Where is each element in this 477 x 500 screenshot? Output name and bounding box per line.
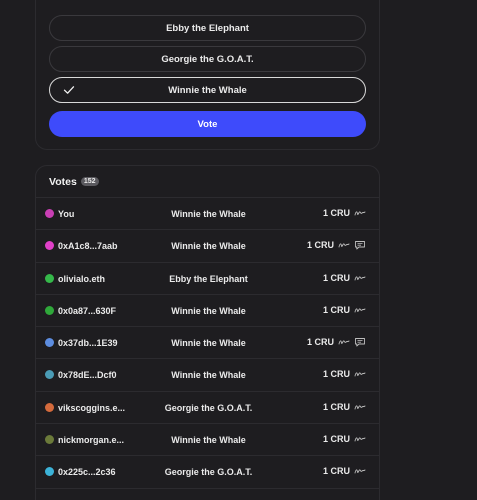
voter-address[interactable]: 0x0a87...630F: [58, 306, 116, 316]
comment-icon[interactable]: [354, 240, 366, 250]
votes-header: Votes 152: [36, 166, 379, 198]
avatar: [45, 273, 54, 283]
vote-power: 1 CRU: [323, 434, 366, 444]
vote-button-label: Vote: [197, 118, 218, 130]
choice-option-georgie[interactable]: Georgie the G.O.A.T.: [49, 46, 366, 72]
vote-power-value: 1 CRU: [322, 401, 350, 412]
signature-icon[interactable]: [354, 466, 366, 476]
checkmark-icon: [63, 86, 75, 94]
vote-choice: Georgie the G.O.A.T.: [164, 402, 253, 413]
avatar: [45, 209, 54, 218]
voter-address[interactable]: You: [58, 209, 74, 219]
vote-button[interactable]: Vote: [49, 111, 366, 137]
vote-row[interactable]: 0x78dE...Dcf0 Winnie the Whale 1 CRU: [36, 359, 379, 392]
vote-choice: Winnie the Whale: [171, 209, 246, 219]
avatar: [45, 305, 54, 315]
votes-title: Votes: [49, 175, 77, 188]
vote-choice: Winnie the Whale: [171, 241, 246, 252]
choice-label: Winnie the Whale: [168, 84, 247, 96]
vote-row[interactable]: 0x37db...1E39 Winnie the Whale 1 CRU: [36, 327, 379, 360]
avatar: [45, 241, 54, 251]
voter-address[interactable]: 0x225c...2c36: [58, 467, 116, 477]
choices-card: Ebby the Elephant Georgie the G.O.A.T. W…: [35, 0, 380, 150]
choice-label: Ebby the Elephant: [166, 22, 249, 34]
signature-icon[interactable]: [354, 273, 366, 283]
vote-row[interactable]: vikscoggins.e... Georgie the G.O.A.T. 1 …: [36, 392, 379, 425]
voter-address[interactable]: vikscoggins.e...: [58, 403, 125, 413]
vote-choice: Winnie the Whale: [171, 370, 246, 381]
voter-address[interactable]: 0xA1c8...7aab: [58, 241, 118, 251]
vote-power: 1 CRU: [323, 466, 366, 476]
vote-row[interactable]: 0x225c...2c36 Georgie the G.O.A.T. 1 CRU: [36, 456, 379, 489]
vote-power-value: 1 CRU: [322, 369, 350, 380]
vote-choice: Ebby the Elephant: [169, 273, 248, 284]
vote-power-value: 1 CRU: [306, 337, 334, 348]
vote-power-value: 1 CRU: [306, 240, 334, 251]
votes-count-badge: 152: [80, 177, 99, 186]
choice-label: Georgie the G.O.A.T.: [161, 53, 254, 65]
vote-power: 1 CRU: [323, 208, 366, 218]
avatar: [45, 467, 54, 477]
voter-address[interactable]: nickmorgan.e...: [58, 435, 124, 445]
vote-power-value: 1 CRU: [322, 434, 350, 445]
vote-power: 1 CRU: [323, 369, 366, 379]
vote-power: 1 CRU: [307, 337, 366, 347]
vote-power: 1 CRU: [323, 305, 366, 315]
vote-power-value: 1 CRU: [322, 304, 350, 315]
choice-option-ebby[interactable]: Ebby the Elephant: [49, 15, 366, 41]
vote-choice: Winnie the Whale: [171, 435, 246, 446]
vote-row[interactable]: You Winnie the Whale 1 CRU: [36, 198, 379, 231]
avatar: [45, 338, 54, 348]
vote-choice: Winnie the Whale: [171, 305, 246, 316]
signature-icon[interactable]: [354, 305, 366, 315]
signature-icon[interactable]: [338, 240, 350, 250]
vote-choice: Georgie the G.O.A.T.: [164, 467, 253, 478]
votes-card: Votes 152 You Winnie the Whale 1 CRU 0xA…: [35, 165, 380, 500]
signature-icon[interactable]: [338, 337, 350, 347]
avatar: [45, 435, 54, 445]
signature-icon[interactable]: [354, 402, 366, 412]
vote-row[interactable]: 0xA1c8...7aab Winnie the Whale 1 CRU: [36, 230, 379, 263]
vote-power: 1 CRU: [307, 240, 366, 250]
choice-option-winnie[interactable]: Winnie the Whale: [49, 77, 366, 103]
vote-row[interactable]: nickmorgan.e... Winnie the Whale 1 CRU: [36, 424, 379, 457]
vote-row[interactable]: 0x0a87...630F Winnie the Whale 1 CRU: [36, 295, 379, 328]
signature-icon[interactable]: [354, 369, 366, 379]
avatar: [45, 402, 54, 412]
avatar: [45, 370, 54, 380]
vote-power: 1 CRU: [323, 402, 366, 412]
vote-power-value: 1 CRU: [322, 208, 350, 218]
comment-icon[interactable]: [354, 337, 366, 347]
signature-icon[interactable]: [354, 434, 366, 444]
vote-power-value: 1 CRU: [322, 272, 350, 283]
voter-address[interactable]: 0x78dE...Dcf0: [58, 370, 117, 380]
signature-icon[interactable]: [354, 208, 366, 218]
vote-row[interactable]: olivialo.eth Ebby the Elephant 1 CRU: [36, 263, 379, 295]
voter-address[interactable]: olivialo.eth: [58, 274, 105, 284]
page: Ebby the Elephant Georgie the G.O.A.T. W…: [0, 0, 477, 500]
vote-power-value: 1 CRU: [322, 466, 350, 477]
vote-power: 1 CRU: [323, 273, 366, 283]
vote-choice: Winnie the Whale: [171, 338, 246, 349]
votes-list: You Winnie the Whale 1 CRU 0xA1c8...7aab…: [36, 198, 379, 489]
voter-address[interactable]: 0x37db...1E39: [58, 338, 118, 348]
